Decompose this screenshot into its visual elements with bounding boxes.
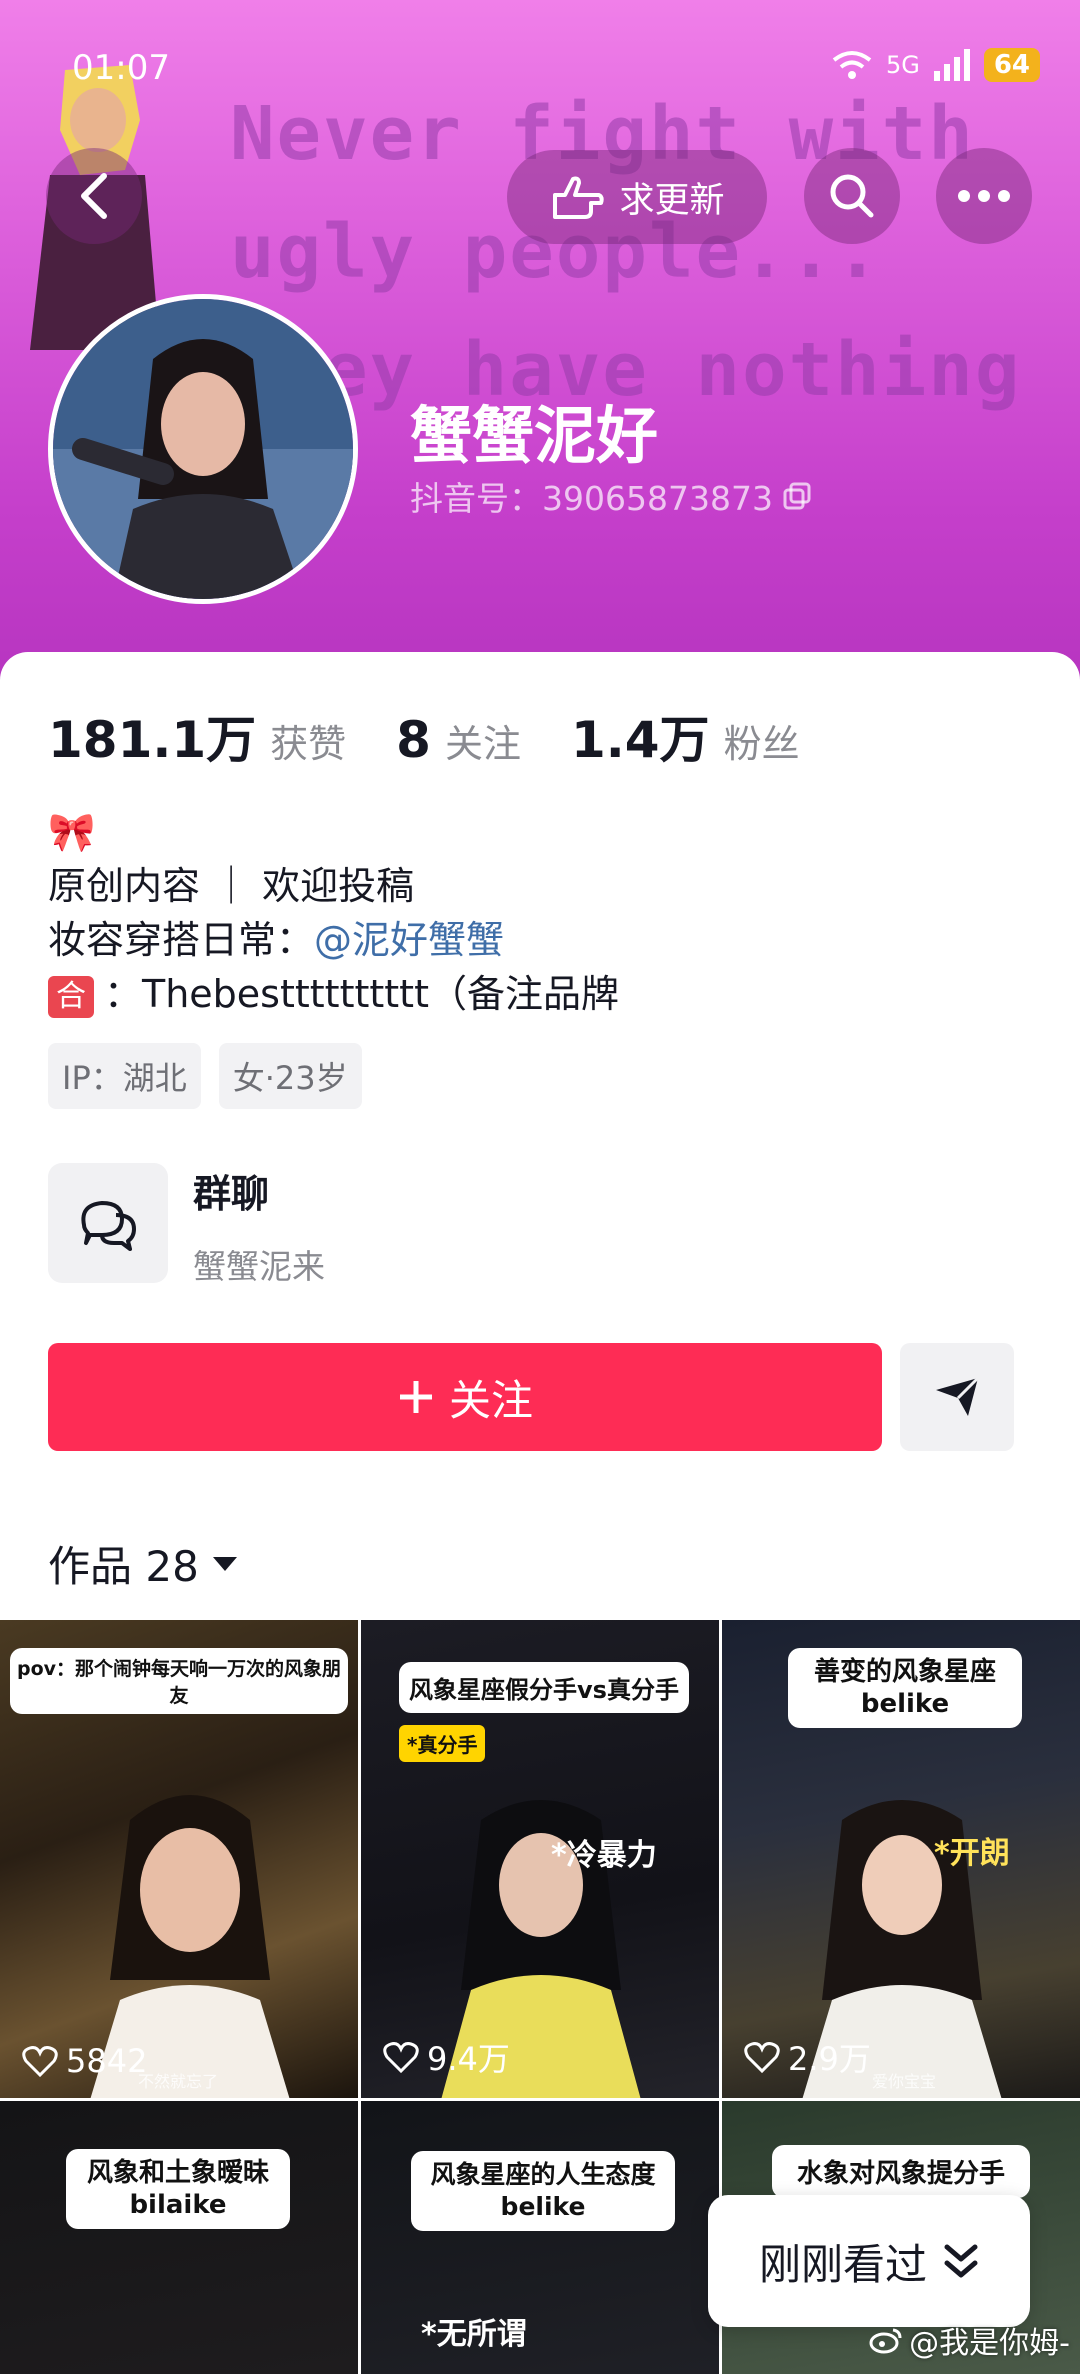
weibo-logo-icon bbox=[869, 2328, 902, 2354]
caption-line: 风象和土象暧昧 bbox=[86, 2158, 269, 2188]
video-caption: 风象星座假分手vs真分手 bbox=[399, 1662, 689, 1713]
double-chevron-down-icon bbox=[944, 2244, 978, 2278]
following-count[interactable]: 8 bbox=[396, 711, 431, 769]
video-overlay-text: *冷暴力 bbox=[551, 1838, 657, 1873]
plus-icon bbox=[399, 1381, 432, 1413]
heart-icon bbox=[22, 2046, 58, 2077]
status-time: 01:07 bbox=[72, 48, 170, 88]
video-caption: 善变的风象星座 belike bbox=[788, 1648, 1022, 1728]
group-chat-entry[interactable] bbox=[48, 1163, 168, 1283]
video-overlay-text: *无所谓 bbox=[421, 2317, 527, 2352]
back-button[interactable] bbox=[46, 148, 142, 244]
heart-icon bbox=[383, 2042, 419, 2073]
video-likes: 2.9万 bbox=[744, 2034, 871, 2080]
bio-line2-prefix: 妆容穿搭日常： bbox=[48, 918, 315, 962]
video-thumbnail[interactable]: 风象星座假分手vs真分手 *真分手 *冷暴力 9.4万 bbox=[361, 1620, 719, 2098]
send-message-button[interactable] bbox=[900, 1343, 1014, 1451]
recently-viewed-label: 刚刚看过 bbox=[758, 2239, 927, 2289]
group-chat-subtitle: 蟹蟹泥来 bbox=[193, 1247, 325, 1286]
video-likes: 9.4万 bbox=[383, 2034, 510, 2080]
video-caption: 风象星座的人生态度 belike bbox=[411, 2151, 675, 2231]
works-tab-label: 作品 28 bbox=[48, 1542, 199, 1591]
follow-label: 关注 bbox=[448, 1375, 533, 1425]
caret-down-icon bbox=[212, 1556, 237, 1571]
video-thumbnail[interactable]: pov：那个闹钟每天响一万次的风象朋友 5842 不然就忘了 bbox=[0, 1620, 358, 2098]
copy-icon[interactable] bbox=[783, 482, 811, 510]
gender-age-tag: 女·23岁 bbox=[218, 1043, 362, 1109]
video-subtitle: 爱你宝宝 bbox=[872, 2072, 937, 2091]
send-icon bbox=[936, 1376, 980, 1416]
cooperation-badge: 合 bbox=[48, 975, 94, 1018]
profile-tags: IP：湖北 女·23岁 bbox=[48, 1043, 362, 1109]
likes-label: 获赞 bbox=[270, 722, 347, 766]
nickname: 蟹蟹泥好 bbox=[410, 399, 659, 472]
follow-button[interactable]: 关注 bbox=[48, 1343, 882, 1451]
avatar[interactable] bbox=[48, 294, 358, 604]
network-label: 5G bbox=[885, 51, 920, 79]
bio-emoji: 🎀 bbox=[48, 810, 96, 854]
request-update-label: 求更新 bbox=[619, 180, 725, 221]
caption-line: belike bbox=[500, 2192, 586, 2221]
likes-count: 5842 bbox=[66, 2042, 148, 2080]
mention-link[interactable]: @泥好蟹蟹 bbox=[314, 918, 504, 962]
wifi-icon bbox=[832, 51, 872, 79]
watermark: @我是你姆- bbox=[869, 2318, 1070, 2362]
bio-line: 合：Thebestttttttttt（备注品牌 bbox=[48, 967, 619, 1021]
douyin-id-text: 抖音号：39065873873 bbox=[410, 479, 773, 518]
status-icons: 5G 64 bbox=[832, 48, 1040, 82]
video-tag: *真分手 bbox=[399, 1725, 486, 1762]
caption-line: belike bbox=[860, 1689, 950, 1719]
likes-count: 9.4万 bbox=[427, 2040, 510, 2078]
video-thumbnail[interactable]: 风象和土象暧昧 bilaike bbox=[0, 2101, 358, 2374]
battery-indicator: 64 bbox=[983, 48, 1040, 82]
recently-viewed-button[interactable]: 刚刚看过 bbox=[708, 2195, 1030, 2327]
signal-icon bbox=[933, 49, 970, 81]
video-overlay-text: *开朗 bbox=[934, 1836, 1010, 1871]
video-subtitle: 不然就忘了 bbox=[138, 2072, 219, 2091]
back-arrow-icon bbox=[81, 173, 107, 219]
video-likes: 5842 bbox=[22, 2042, 147, 2080]
douyin-id[interactable]: 抖音号：39065873873 bbox=[410, 472, 811, 520]
caption-line: bilaike bbox=[129, 2190, 227, 2220]
hand-point-icon bbox=[553, 176, 605, 219]
chat-bubbles-icon bbox=[81, 1201, 136, 1251]
search-button[interactable] bbox=[804, 148, 900, 244]
caption-line: 善变的风象星座 bbox=[813, 1657, 996, 1687]
video-caption: 风象和土象暧昧 bilaike bbox=[66, 2149, 290, 2229]
video-caption: 水象对风象提分手 bbox=[772, 2145, 1030, 2198]
bio-line: 妆容穿搭日常：@泥好蟹蟹 bbox=[48, 913, 619, 967]
banner-text: Never fight with ugly people... they hav… bbox=[230, 75, 1070, 429]
bio-line: 原创内容 ｜ 欢迎投稿 bbox=[48, 864, 415, 908]
stats-row: 181.1万 获赞 8 关注 1.4万 粉丝 bbox=[48, 700, 850, 772]
search-icon bbox=[830, 174, 874, 218]
following-label: 关注 bbox=[444, 722, 521, 766]
likes-count: 2.9万 bbox=[788, 2040, 871, 2078]
request-update-button[interactable]: 求更新 bbox=[507, 150, 767, 244]
watermark-text: @我是你姆- bbox=[909, 2326, 1070, 2361]
video-thumbnail[interactable]: 风象星座的人生态度 belike *无所谓 bbox=[361, 2101, 719, 2374]
bio-line3-text: ：Thebestttttttttt（备注品牌 bbox=[104, 972, 619, 1016]
bio: 🎀 原创内容 ｜ 欢迎投稿 妆容穿搭日常：@泥好蟹蟹 合：Thebesttttt… bbox=[48, 805, 619, 1021]
video-caption: pov：那个闹钟每天响一万次的风象朋友 bbox=[10, 1648, 348, 1714]
heart-icon bbox=[744, 2042, 780, 2073]
caption-line: 风象星座的人生态度 bbox=[430, 2160, 656, 2189]
followers-label: 粉丝 bbox=[723, 722, 800, 766]
avatar-image bbox=[53, 299, 353, 599]
ip-tag: IP：湖北 bbox=[48, 1043, 201, 1109]
more-button[interactable] bbox=[936, 148, 1032, 244]
followers-count[interactable]: 1.4万 bbox=[571, 700, 710, 772]
likes-count[interactable]: 181.1万 bbox=[48, 700, 256, 772]
video-thumbnail[interactable]: 善变的风象星座 belike *开朗 2.9万 爱你宝宝 bbox=[722, 1620, 1080, 2098]
works-tab[interactable]: 作品 28 bbox=[48, 1533, 239, 1594]
more-dots-icon bbox=[958, 190, 1010, 202]
group-chat-title[interactable]: 群聊 bbox=[193, 1163, 269, 1218]
